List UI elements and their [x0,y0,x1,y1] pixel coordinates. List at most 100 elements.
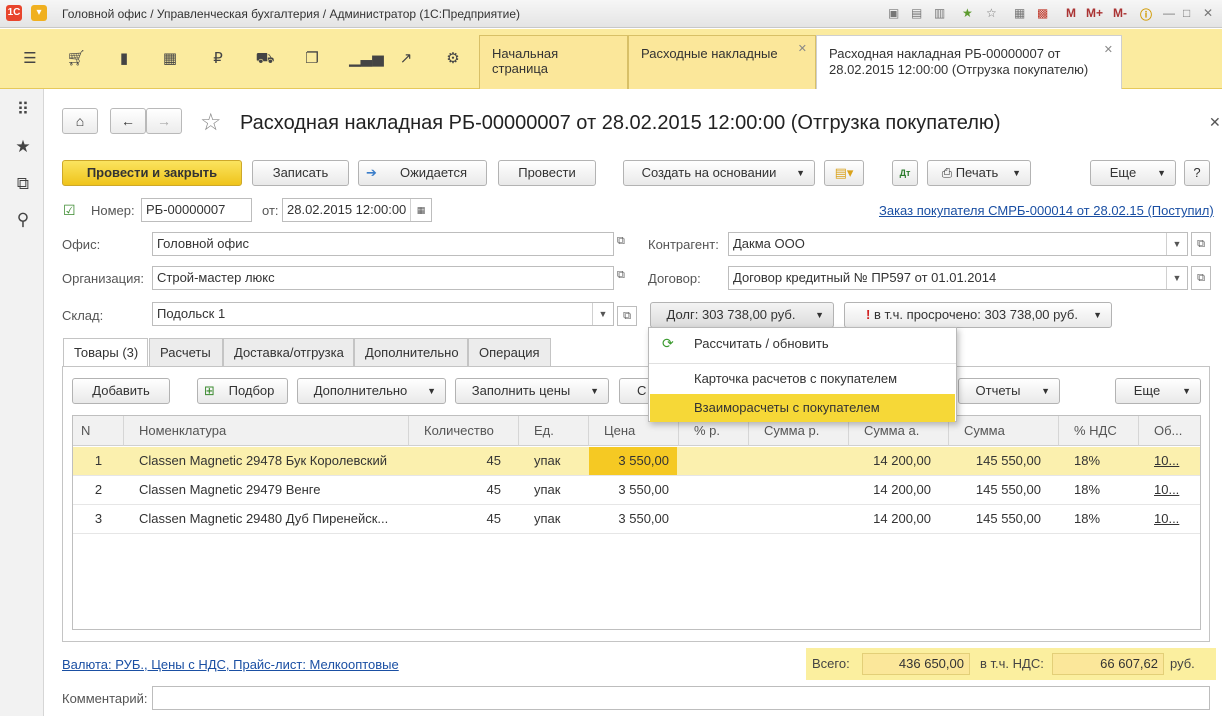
table-row[interactable]: 2 Classen Magnetic 29479 Венге 45 упак 3… [73,476,1200,505]
memory-mplus-button[interactable]: M+ [1086,6,1103,20]
more-button[interactable]: Еще ▼ [1090,160,1176,186]
memory-m-button[interactable]: M [1066,6,1076,20]
comment-field[interactable] [152,686,1210,710]
favorite-star-icon[interactable]: ☆ [200,108,222,137]
order-link[interactable]: Заказ покупателя СМРБ-000014 от 28.02.15… [879,203,1214,218]
maximize-icon[interactable]: □ [1183,6,1190,20]
open-icon[interactable]: ⧉ [617,235,625,248]
warehouse-grid-icon[interactable]: ▦ [160,49,180,69]
info-icon[interactable]: ⓘ [1140,6,1152,23]
pick-button[interactable]: ⊞ Подбор [197,378,288,404]
calculator-icon[interactable]: ▦ [1014,6,1025,20]
memory-mminus-button[interactable]: M- [1113,6,1127,20]
favorites-add-icon[interactable]: ★ [962,6,973,20]
tab-current-document[interactable]: Расходная накладная РБ-00000007 от 28.02… [816,35,1122,89]
organization-field[interactable]: Строй-мастер люкс [152,266,614,290]
add-button[interactable]: Добавить [72,378,170,404]
column-header-ob[interactable]: Об... [1139,416,1200,446]
goods-more-button[interactable]: Еще ▼ [1115,378,1201,404]
menu-item-settlement-card[interactable]: Карточка расчетов с покупателем [650,365,955,393]
column-header-n[interactable]: N [73,416,124,446]
accounting-entries-button[interactable]: Дт [892,160,918,186]
office-field[interactable]: Головной офис [152,232,614,256]
post-and-close-button[interactable]: Провести и закрыть [62,160,242,186]
bag-icon[interactable]: ▮ [114,49,134,69]
close-tab-icon[interactable]: ✕ [1104,42,1113,58]
tab-delivery[interactable]: Доставка/отгрузка [223,338,354,366]
column-header-unit[interactable]: Ед. [519,416,589,446]
create-based-on-button[interactable]: Создать на основании ▼ [623,160,815,186]
chevron-down-icon[interactable]: ▼ [1166,267,1187,289]
tab-settlements[interactable]: Расчеты [149,338,223,366]
cell-ob-link[interactable]: 10... [1139,505,1200,533]
cell-ob-link[interactable]: 10... [1139,447,1200,475]
column-header-sum[interactable]: Сумма [949,416,1059,446]
save-icon[interactable]: ▣ [888,6,899,20]
column-header-vat[interactable]: % НДС [1059,416,1139,446]
help-button[interactable]: ? [1184,160,1210,186]
back-button[interactable]: ← [110,108,146,134]
documents-icon[interactable]: ❐ [302,49,322,69]
print-button[interactable]: ⎙ Печать ▼ [927,160,1031,186]
chevron-down-icon[interactable]: ▼ [1166,233,1187,255]
additional-button[interactable]: Дополнительно ▼ [297,378,446,404]
menu-item-refresh[interactable]: ⟳ Рассчитать / обновить [650,330,955,358]
app-logo-icon[interactable]: 1С [6,5,22,21]
column-header-item[interactable]: Номенклатура [124,416,409,446]
bar-chart-icon[interactable]: ▁▃▅ [349,49,384,69]
trend-line-icon[interactable]: ↗ [396,49,416,69]
favorites-star-icon[interactable]: ★ [12,136,34,158]
open-icon[interactable]: ⧉ [1191,266,1211,290]
tab-invoices[interactable]: Расходные накладные ✕ [628,35,816,89]
calendar-icon[interactable]: ▦ [410,199,431,221]
home-button[interactable]: ⌂ [62,108,98,134]
date-field[interactable]: 28.02.2015 12:00:00 ▦ [282,198,432,222]
main-menu-icon[interactable]: ▾ [31,5,47,21]
table-row[interactable]: 3 Classen Magnetic 29480 Дуб Пиренейск..… [73,505,1200,534]
gear-icon[interactable]: ⚙ [443,49,463,69]
tab-goods[interactable]: Товары (3) [63,338,148,368]
bookmark-icon[interactable]: ☆ [986,6,997,20]
open-icon[interactable]: ⧉ [617,306,637,326]
cart-icon[interactable]: 🛒︎ [66,49,86,69]
overdue-button[interactable]: ! в т.ч. просрочено: 303 738,00 руб. ▼ [844,302,1112,328]
fill-prices-button[interactable]: Заполнить цены ▼ [455,378,609,404]
cell-ob-link[interactable]: 10... [1139,476,1200,504]
print-icon[interactable]: ▤ [911,6,922,20]
cell-price[interactable]: 3 550,00 [589,447,677,475]
expected-button[interactable]: ➔ Ожидается [358,160,487,186]
tab-home[interactable]: Начальная страница [479,35,628,89]
preview-icon[interactable]: ▥ [934,6,945,20]
hamburger-menu-icon[interactable]: ☰ [20,49,40,69]
close-tab-icon[interactable]: ✕ [798,42,807,55]
table-row[interactable]: 1 Classen Magnetic 29478 Бук Королевский… [73,447,1200,476]
search-icon[interactable]: ⚲ [12,209,34,231]
contractor-field[interactable]: Дакма ООО ▼ [728,232,1188,256]
reports-button[interactable]: Отчеты ▼ [958,378,1060,404]
tab-additional[interactable]: Дополнительно [354,338,468,366]
debt-button[interactable]: Долг: 303 738,00 руб. ▼ [650,302,834,328]
open-icon[interactable]: ⧉ [617,269,625,282]
calendar-icon[interactable]: ▩ [1037,6,1048,20]
number-field[interactable]: РБ-00000007 [141,198,252,222]
contract-field[interactable]: Договор кредитный № ПР597 от 01.01.2014 … [728,266,1188,290]
warehouse-field[interactable]: Подольск 1 ▼ [152,302,614,326]
apps-grid-icon[interactable]: ⠿ [12,99,34,121]
post-button[interactable]: Провести [498,160,596,186]
column-header-quantity[interactable]: Количество [409,416,519,446]
open-icon[interactable]: ⧉ [1191,232,1211,256]
forward-button[interactable]: → [146,108,182,134]
chevron-down-icon[interactable]: ▼ [592,303,613,325]
truck-icon[interactable]: ⛟ [255,49,275,69]
related-docs-button[interactable]: ▤▾ [824,160,864,186]
minimize-icon[interactable]: — [1163,6,1175,20]
menu-item-mutual-settlements[interactable]: Взаиморасчеты с покупателем [650,394,955,422]
goods-table[interactable]: N Номенклатура Количество Ед. Цена % р. … [72,415,1201,630]
currency-link[interactable]: Валюта: РУБ., Цены с НДС, Прайс-лист: Ме… [62,657,399,672]
ruble-icon[interactable]: ₽ [208,49,228,69]
save-button[interactable]: Записать [252,160,349,186]
close-window-icon[interactable]: ✕ [1203,6,1213,20]
history-icon[interactable]: ⧉ [12,173,34,195]
tab-operation[interactable]: Операция [468,338,551,366]
close-form-icon[interactable]: ✕ [1209,114,1221,131]
